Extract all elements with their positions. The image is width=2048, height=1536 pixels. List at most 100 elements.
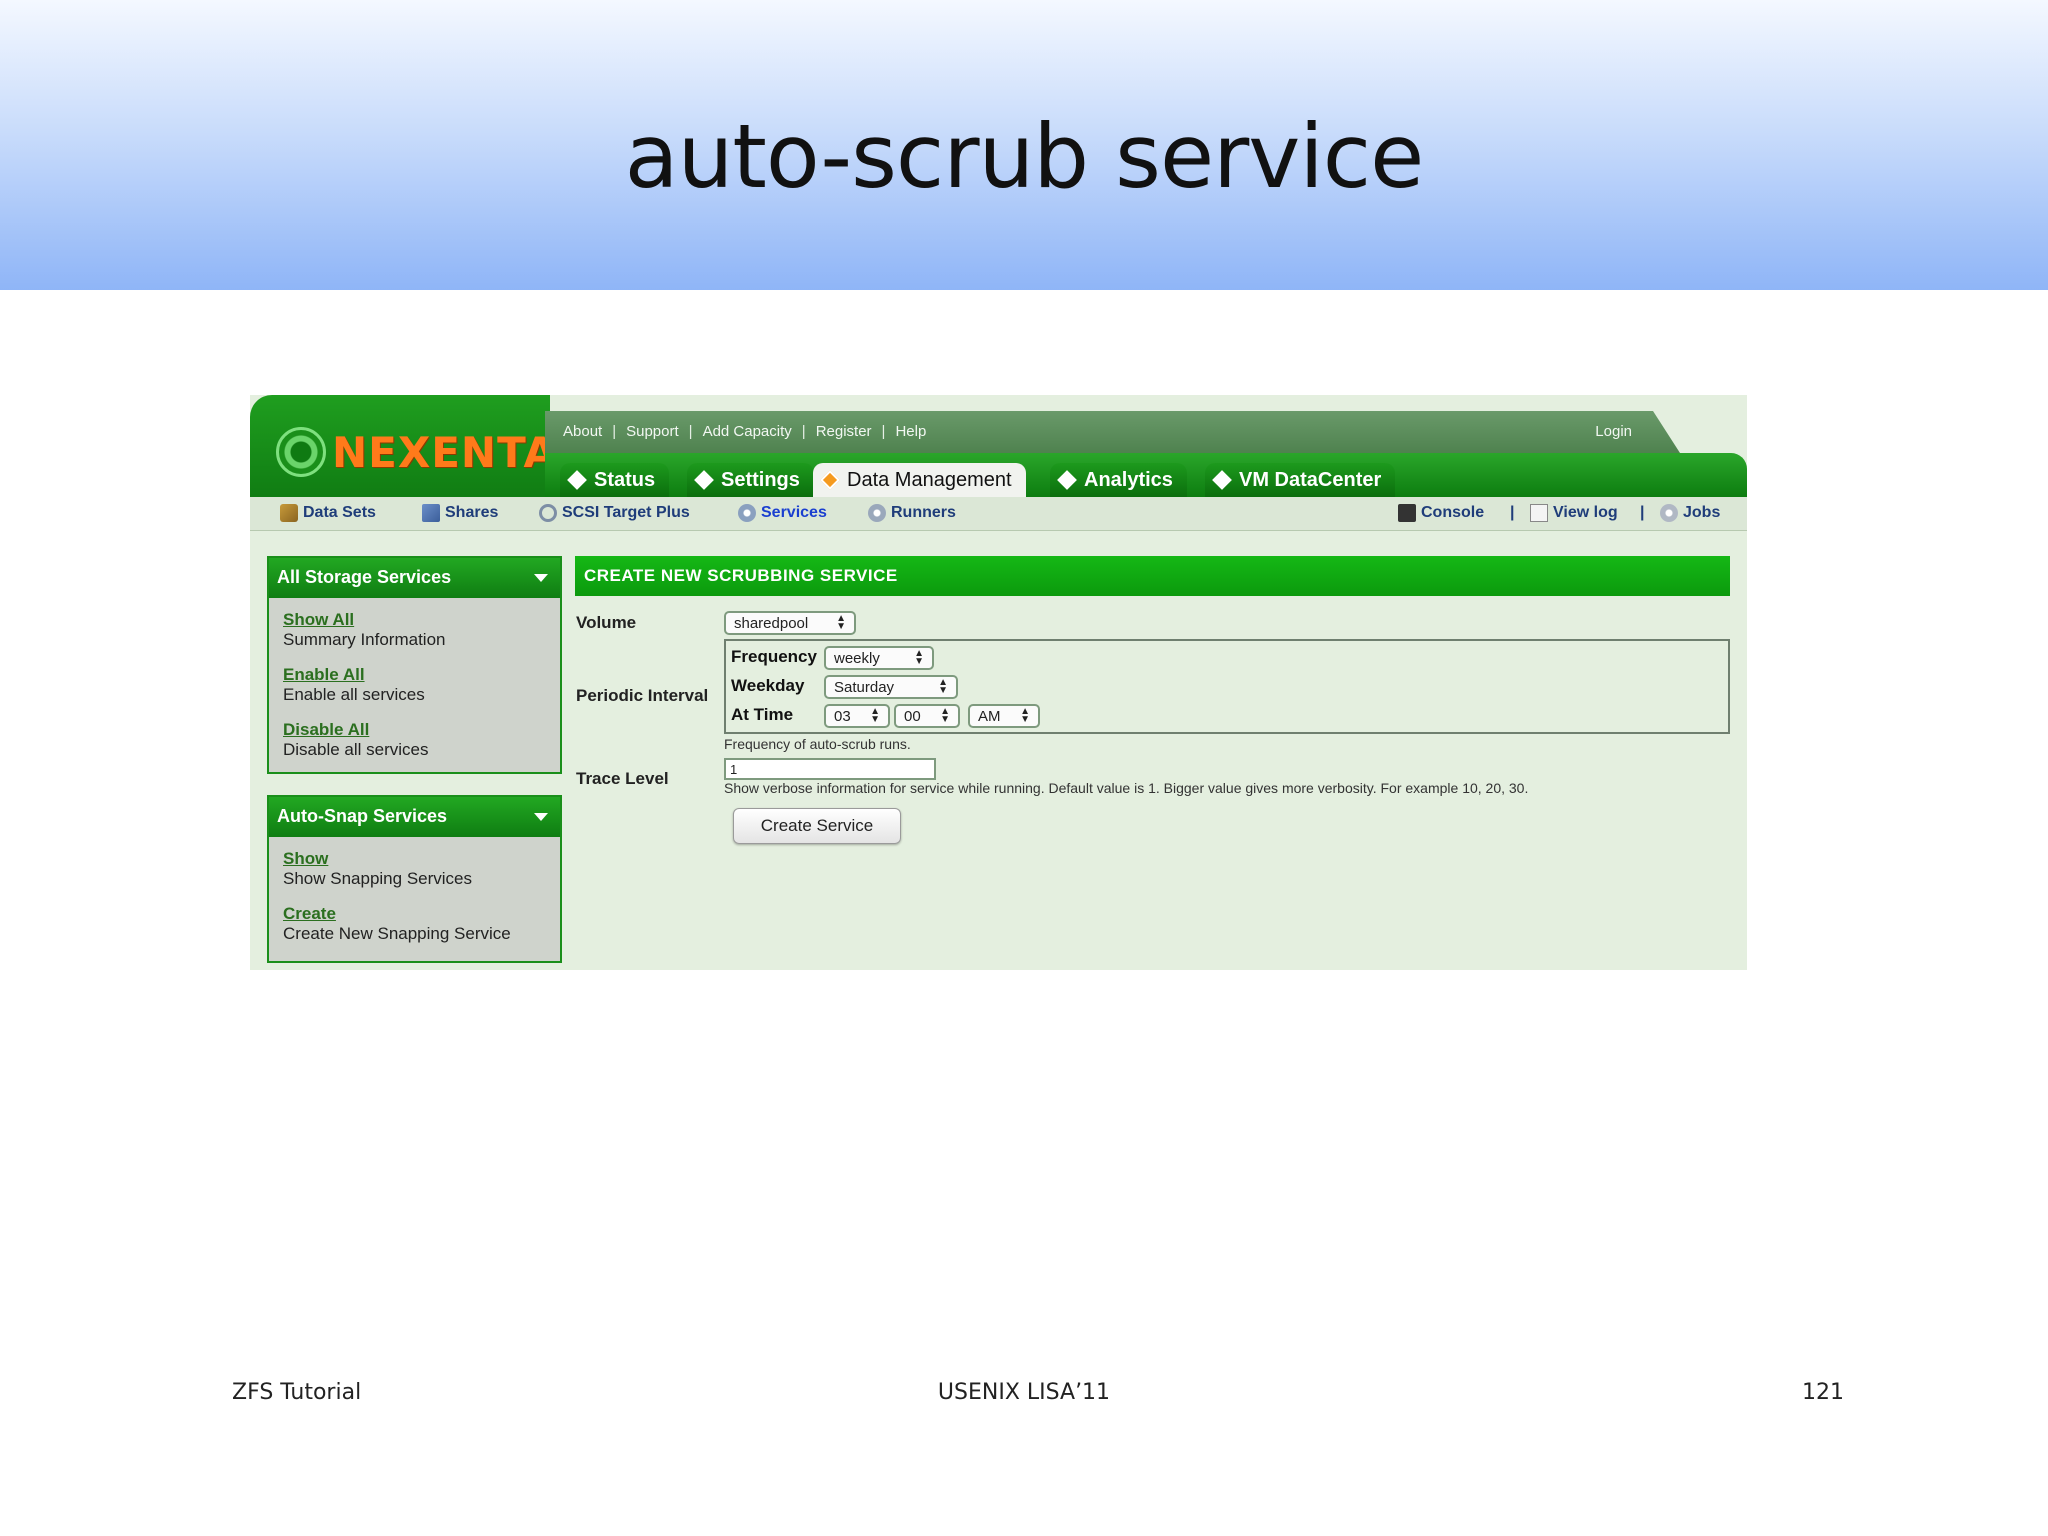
list-item-description: Summary Information bbox=[283, 630, 446, 649]
list-item: Show All Summary Information bbox=[269, 610, 560, 650]
subnav-label: Console bbox=[1421, 504, 1485, 521]
subnav-data-sets[interactable]: Data Sets bbox=[280, 504, 376, 522]
subnav-shares[interactable]: Shares bbox=[422, 504, 498, 522]
volume-select[interactable]: sharedpool ▲ ▼ bbox=[724, 611, 856, 635]
show-all-link[interactable]: Show All bbox=[283, 610, 546, 630]
panel-title: Auto-Snap Services bbox=[277, 806, 448, 826]
frequency-help-text: Frequency of auto-scrub runs. bbox=[724, 736, 911, 752]
weekday-select[interactable]: Saturday ▲ ▼ bbox=[824, 675, 958, 699]
list-item: Create Create New Snapping Service bbox=[269, 904, 560, 944]
separator: | bbox=[1640, 504, 1645, 521]
tab-settings[interactable]: Settings bbox=[687, 463, 814, 497]
subnav-label: Jobs bbox=[1683, 504, 1721, 521]
list-item: Show Show Snapping Services bbox=[269, 849, 560, 889]
top-nav-register[interactable]: Register bbox=[816, 423, 872, 440]
minute-select[interactable]: 00 ▲ ▼ bbox=[894, 704, 960, 728]
subnav-services[interactable]: Services bbox=[738, 504, 827, 522]
frequency-label: Frequency bbox=[731, 647, 817, 666]
subnav-label: View log bbox=[1553, 504, 1618, 521]
nexenta-logo-icon bbox=[276, 427, 326, 477]
tab-status[interactable]: Status bbox=[560, 463, 670, 497]
select-arrows-icon: ▲ ▼ bbox=[914, 648, 924, 667]
log-icon bbox=[1530, 504, 1548, 522]
select-value: AM bbox=[978, 707, 1001, 725]
tab-diamond-icon bbox=[567, 470, 587, 490]
select-value: 03 bbox=[834, 707, 851, 725]
trace-level-input[interactable] bbox=[724, 758, 936, 780]
separator: | bbox=[1510, 504, 1515, 521]
subnav-console[interactable]: Console bbox=[1398, 504, 1484, 522]
separator: | bbox=[612, 423, 617, 440]
list-item-description: Create New Snapping Service bbox=[283, 924, 511, 943]
tab-vm-datacenter[interactable]: VM DataCenter bbox=[1205, 463, 1396, 497]
subnav-view-log[interactable]: View log bbox=[1530, 504, 1618, 522]
slide-title: auto-scrub service bbox=[624, 105, 1425, 208]
jobs-icon bbox=[1660, 504, 1678, 522]
runners-icon bbox=[868, 504, 886, 522]
collapse-caret-icon[interactable] bbox=[534, 574, 548, 582]
login-link[interactable]: Login bbox=[1595, 423, 1632, 440]
nexenta-logo[interactable]: NEXENTA bbox=[276, 427, 557, 477]
subnav-label: SCSI Target Plus bbox=[562, 504, 690, 521]
create-service-button[interactable]: Create Service bbox=[733, 808, 901, 844]
list-item-description: Disable all services bbox=[283, 740, 429, 759]
subnav-label: Services bbox=[761, 504, 827, 521]
shares-icon bbox=[422, 504, 440, 522]
subnav-label: Runners bbox=[891, 504, 956, 521]
weekday-label: Weekday bbox=[731, 676, 805, 695]
sub-nav-bar: Data Sets Shares SCSI Target Plus Servic… bbox=[250, 497, 1747, 531]
auto-snap-services-header[interactable]: Auto-Snap Services bbox=[269, 797, 560, 837]
hour-select[interactable]: 03 ▲ ▼ bbox=[824, 704, 890, 728]
periodic-interval-group: Frequency weekly ▲ ▼ Weekday Saturday ▲ ▼ … bbox=[724, 639, 1730, 734]
trace-level-label: Trace Level bbox=[576, 769, 669, 788]
collapse-caret-icon[interactable] bbox=[534, 813, 548, 821]
all-storage-services-header[interactable]: All Storage Services bbox=[269, 558, 560, 598]
tab-label: VM DataCenter bbox=[1239, 468, 1382, 491]
create-snapping-link[interactable]: Create bbox=[283, 904, 546, 924]
enable-all-link[interactable]: Enable All bbox=[283, 665, 546, 685]
frequency-select[interactable]: weekly ▲ ▼ bbox=[824, 646, 934, 670]
select-arrows-icon: ▲ ▼ bbox=[870, 706, 880, 725]
tab-analytics[interactable]: Analytics bbox=[1050, 463, 1187, 497]
datasets-icon bbox=[280, 504, 298, 522]
top-nav: About | Support | Add Capacity | Registe… bbox=[563, 423, 926, 440]
separator: | bbox=[688, 423, 693, 440]
select-arrows-icon: ▲ ▼ bbox=[938, 677, 948, 696]
select-value: Saturday bbox=[834, 678, 895, 696]
subnav-jobs[interactable]: Jobs bbox=[1660, 504, 1720, 522]
subnav-scsi-target-plus[interactable]: SCSI Target Plus bbox=[539, 504, 690, 522]
select-value: weekly bbox=[834, 649, 880, 667]
separator: | bbox=[801, 423, 806, 440]
at-time-label: At Time bbox=[731, 705, 794, 724]
tab-diamond-icon bbox=[1057, 470, 1077, 490]
separator: | bbox=[881, 423, 886, 440]
logo-tab: NEXENTA bbox=[250, 395, 556, 505]
periodic-interval-label: Periodic Interval bbox=[576, 686, 709, 705]
scsi-icon bbox=[539, 504, 557, 522]
top-nav-add-capacity[interactable]: Add Capacity bbox=[703, 423, 792, 440]
select-arrows-icon: ▲ ▼ bbox=[1020, 706, 1030, 725]
list-item-description: Show Snapping Services bbox=[283, 869, 473, 888]
tab-diamond-icon bbox=[820, 470, 840, 490]
top-utility-bar: About | Support | Add Capacity | Registe… bbox=[545, 411, 1680, 453]
auto-snap-services-panel: Auto-Snap Services Show Show Snapping Se… bbox=[267, 795, 562, 963]
tab-data-management[interactable]: Data Management bbox=[813, 463, 1026, 497]
disable-all-link[interactable]: Disable All bbox=[283, 720, 546, 740]
ampm-select[interactable]: AM ▲ ▼ bbox=[968, 704, 1040, 728]
show-snapping-link[interactable]: Show bbox=[283, 849, 546, 869]
volume-label: Volume bbox=[576, 613, 637, 632]
top-nav-help[interactable]: Help bbox=[895, 423, 926, 440]
top-nav-about[interactable]: About bbox=[563, 423, 602, 440]
tab-diamond-icon bbox=[694, 470, 714, 490]
subnav-label: Shares bbox=[445, 504, 499, 521]
form-header: CREATE NEW SCRUBBING SERVICE bbox=[575, 556, 1730, 596]
tab-label: Analytics bbox=[1084, 468, 1173, 491]
subnav-runners[interactable]: Runners bbox=[868, 504, 956, 522]
select-arrows-icon: ▲ ▼ bbox=[836, 613, 846, 632]
all-storage-services-panel: All Storage Services Show All Summary In… bbox=[267, 556, 562, 774]
tab-diamond-icon bbox=[1212, 470, 1232, 490]
tab-label: Data Management bbox=[847, 468, 1012, 491]
services-icon bbox=[738, 504, 756, 522]
top-nav-support[interactable]: Support bbox=[626, 423, 679, 440]
tab-label: Settings bbox=[721, 468, 800, 491]
